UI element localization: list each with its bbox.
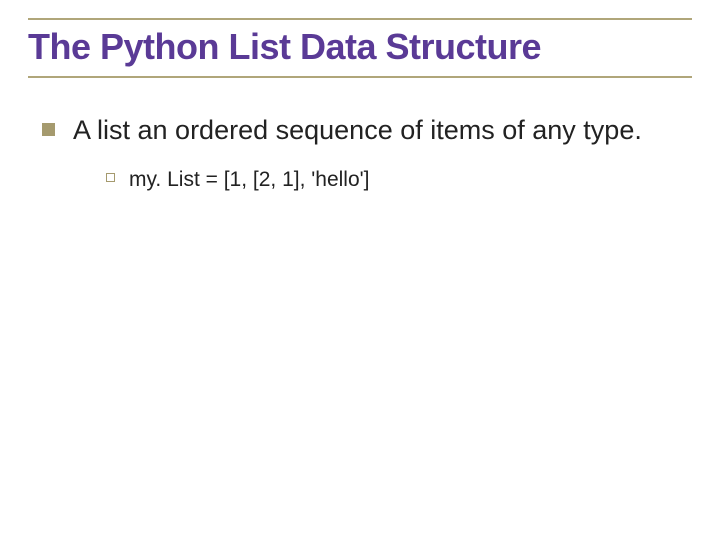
bullet-level1-text: A list an ordered sequence of items of a… bbox=[73, 114, 642, 148]
slide-title: The Python List Data Structure bbox=[28, 26, 692, 68]
square-outline-bullet-icon bbox=[106, 173, 115, 182]
title-container: The Python List Data Structure bbox=[28, 18, 692, 78]
bullet-level2-text: my. List = [1, [2, 1], 'hello'] bbox=[129, 166, 370, 193]
bullet-level1: A list an ordered sequence of items of a… bbox=[42, 114, 692, 148]
square-bullet-icon bbox=[42, 123, 55, 136]
bullet-level2: my. List = [1, [2, 1], 'hello'] bbox=[106, 166, 692, 193]
